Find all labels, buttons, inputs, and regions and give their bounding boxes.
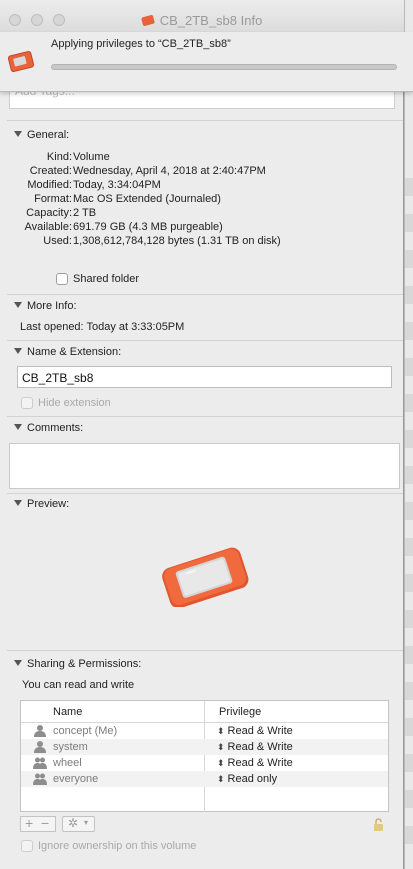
action-menu-button[interactable]: ✲ ▾ — [62, 816, 95, 832]
stepper-arrows-icon: ⬍ — [217, 742, 225, 752]
group-icon — [33, 773, 47, 785]
progress-message: Applying privileges to “CB_2TB_sb8” — [51, 38, 231, 50]
general-section-toggle[interactable]: General: — [14, 129, 69, 141]
disclosure-triangle-icon — [14, 302, 22, 308]
more-info-title: More Info: — [27, 300, 77, 312]
window-title-text: CB_2TB_sb8 Info — [159, 13, 263, 28]
hide-extension-label: Hide extension — [38, 397, 111, 409]
window-title: CB_2TB_sb8 Info — [0, 13, 404, 28]
background-finder-window — [404, 0, 413, 869]
name-extension-title: Name & Extension: — [27, 346, 122, 358]
privilege-value: Read only — [227, 773, 278, 785]
user-icon — [34, 741, 46, 753]
privilege-value: Read & Write — [227, 725, 293, 737]
permissions-table: Name Privilege concept (Me) ⬍ Read & Writ… — [20, 700, 389, 812]
used-label: Used: — [43, 235, 72, 247]
comments-section-toggle[interactable]: Comments: — [14, 422, 83, 434]
stepper-arrows-icon: ⬍ — [217, 758, 225, 768]
permission-user-name: everyone — [53, 773, 99, 785]
divider — [7, 340, 403, 341]
gear-icon: ✲ — [68, 816, 79, 830]
name-input[interactable]: CB_2TB_sb8 — [17, 366, 392, 388]
available-label: Available: — [24, 221, 73, 233]
disclosure-triangle-icon — [14, 660, 22, 666]
permission-row[interactable]: concept (Me) ⬍ Read & Write — [21, 723, 388, 739]
used-value: 1,308,612,784,128 bytes (1.31 TB on disk… — [73, 235, 281, 247]
permission-row[interactable]: system ⬍ Read & Write — [21, 739, 388, 755]
modified-label: Modified: — [27, 179, 72, 191]
permission-row[interactable]: wheel ⬍ Read & Write — [21, 755, 388, 771]
last-opened-text: Last opened: Today at 3:33:05PM — [20, 321, 185, 333]
privilege-select[interactable]: ⬍ Read & Write — [217, 741, 293, 753]
permissions-summary: You can read and write — [22, 679, 135, 691]
disclosure-triangle-icon — [14, 348, 22, 354]
chevron-down-icon: ▾ — [84, 818, 89, 827]
sharing-title: Sharing & Permissions: — [27, 658, 142, 670]
progress-bar — [51, 64, 397, 70]
divider — [7, 120, 403, 121]
comments-textarea[interactable] — [9, 443, 400, 489]
disclosure-triangle-icon — [14, 500, 22, 506]
shared-folder-label: Shared folder — [73, 273, 140, 285]
divider — [7, 650, 403, 651]
capacity-label: Capacity: — [26, 207, 72, 219]
kind-label: Kind: — [46, 151, 72, 163]
info-window: CB_2TB_sb8 Info Add Tags... General: Kin… — [0, 0, 404, 869]
name-input-value: CB_2TB_sb8 — [22, 371, 94, 385]
more-info-section-toggle[interactable]: More Info: — [14, 300, 77, 312]
divider — [7, 416, 403, 417]
preview-title: Preview: — [27, 498, 70, 510]
comments-title: Comments: — [27, 422, 84, 434]
permission-user-name: wheel — [53, 757, 82, 769]
remove-user-button[interactable]: − — [41, 815, 49, 831]
ignore-ownership-checkbox[interactable] — [21, 840, 33, 852]
disclosure-triangle-icon — [14, 424, 22, 430]
permission-user-name: system — [53, 741, 88, 753]
available-value: 691.79 GB (4.3 MB purgeable) — [73, 221, 223, 233]
modified-value: Today, 3:34:04PM — [73, 179, 161, 191]
shared-folder-checkbox[interactable] — [56, 273, 68, 285]
divider — [7, 294, 403, 295]
privilege-select[interactable]: ⬍ Read only — [217, 773, 277, 785]
privilege-value: Read & Write — [227, 757, 293, 769]
progress-sheet: Applying privileges to “CB_2TB_sb8” — [0, 32, 413, 92]
drive-preview-image — [162, 547, 249, 607]
created-value: Wednesday, April 4, 2018 at 2:40:47PM — [73, 165, 266, 177]
privilege-select[interactable]: ⬍ Read & Write — [217, 725, 293, 737]
name-column-header[interactable]: Name — [53, 706, 82, 718]
divider — [7, 493, 403, 494]
lock-icon[interactable] — [373, 818, 384, 832]
stepper-arrows-icon: ⬍ — [217, 726, 225, 736]
created-label: Created: — [29, 165, 72, 177]
capacity-value: 2 TB — [73, 207, 97, 219]
privilege-select[interactable]: ⬍ Read & Write — [217, 757, 293, 769]
sharing-section-toggle[interactable]: Sharing & Permissions: — [14, 658, 141, 670]
disclosure-triangle-icon — [14, 131, 22, 137]
add-user-button[interactable]: + — [25, 815, 33, 831]
general-title: General: — [27, 129, 70, 141]
ignore-ownership-label: Ignore ownership on this volume — [38, 840, 197, 852]
preview-section-toggle[interactable]: Preview: — [14, 498, 69, 510]
permission-user-name: concept (Me) — [53, 725, 118, 737]
format-label: Format: — [34, 193, 72, 205]
name-extension-section-toggle[interactable]: Name & Extension: — [14, 346, 121, 358]
title-bar[interactable]: CB_2TB_sb8 Info — [0, 0, 404, 33]
format-value: Mac OS Extended (Journaled) — [73, 193, 221, 205]
stepper-arrows-icon: ⬍ — [217, 774, 225, 784]
permission-row[interactable]: everyone ⬍ Read only — [21, 771, 388, 787]
drive-icon — [140, 14, 155, 27]
privilege-value: Read & Write — [227, 741, 293, 753]
drive-icon — [7, 50, 35, 73]
tags-input[interactable]: Add Tags... — [9, 89, 395, 109]
privilege-column-header[interactable]: Privilege — [219, 706, 261, 718]
user-icon — [34, 725, 46, 737]
add-remove-buttons: + − — [20, 815, 56, 832]
group-icon — [33, 757, 47, 769]
hide-extension-checkbox[interactable] — [21, 397, 33, 409]
kind-value: Volume — [73, 151, 110, 163]
